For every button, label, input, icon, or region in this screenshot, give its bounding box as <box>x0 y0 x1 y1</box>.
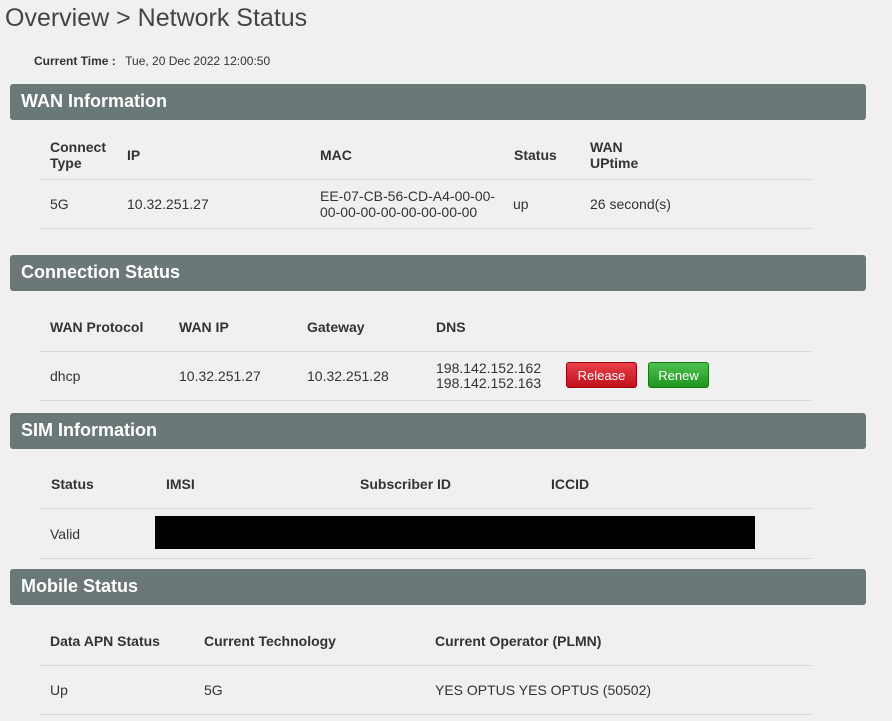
mobile-col-apn-status: Data APN Status <box>50 632 160 649</box>
current-time: Current Time : Tue, 20 Dec 2022 12:00:50 <box>34 54 270 68</box>
renew-button[interactable]: Renew <box>648 362 709 388</box>
current-time-label: Current Time : <box>34 54 116 68</box>
conn-dns-primary: 198.142.152.162 <box>436 360 542 376</box>
connection-header-row: WAN Protocol WAN IP Gateway DNS <box>40 302 811 352</box>
conn-col-gateway: Gateway <box>307 318 365 335</box>
conn-dns-secondary: 198.142.152.163 <box>436 375 542 391</box>
table-row: 5G 10.32.251.27 EE-07-CB-56-CD-A4-00-00-… <box>40 180 811 229</box>
sim-col-subscriber-id: Subscriber ID <box>360 476 452 492</box>
table-row: Valid <box>40 509 811 559</box>
sim-table: Status IMSI Subscriber ID ICCID Valid <box>40 460 811 559</box>
sim-status: Valid <box>50 525 81 542</box>
wan-table: Connect Type IP MAC Status WAN UPtime 5G… <box>40 130 811 229</box>
conn-gateway: 10.32.251.28 <box>307 368 389 384</box>
conn-dns: 198.142.152.162 198.142.152.163 <box>436 352 541 400</box>
wan-status: up <box>513 196 529 212</box>
conn-col-dns: DNS <box>436 318 466 335</box>
sim-section-header: SIM Information <box>10 413 866 449</box>
release-button[interactable]: Release <box>566 362 637 388</box>
wan-section-header: WAN Information <box>10 84 866 120</box>
connection-section-header: Connection Status <box>10 255 866 291</box>
conn-protocol: dhcp <box>50 368 81 384</box>
mobile-operator: YES OPTUS YES OPTUS (50502) <box>435 682 652 698</box>
conn-col-wan-ip: WAN IP <box>179 318 229 335</box>
mobile-section-header: Mobile Status <box>10 569 866 605</box>
conn-col-protocol: WAN Protocol <box>50 318 144 335</box>
mobile-technology: 5G <box>204 682 223 698</box>
sim-col-status: Status <box>51 476 94 492</box>
wan-col-uptime: WAN UPtime <box>590 138 639 171</box>
connection-table: WAN Protocol WAN IP Gateway DNS dhcp 10.… <box>40 302 811 401</box>
wan-col-connect-type: Connect Type <box>50 138 106 171</box>
redaction-block <box>155 516 755 549</box>
mobile-table: Data APN Status Current Technology Curre… <box>40 616 811 715</box>
sim-header-row: Status IMSI Subscriber ID ICCID <box>40 460 811 509</box>
wan-mac: EE-07-CB-56-CD-A4-00-00-00-00-00-00-00-0… <box>320 188 496 220</box>
wan-header-row: Connect Type IP MAC Status WAN UPtime <box>40 130 811 180</box>
wan-col-ip: IP <box>127 146 141 163</box>
mobile-col-technology: Current Technology <box>204 632 336 649</box>
current-time-value: Tue, 20 Dec 2022 12:00:50 <box>125 54 271 68</box>
table-row: dhcp 10.32.251.27 10.32.251.28 198.142.1… <box>40 352 811 401</box>
wan-col-status: Status <box>514 146 557 163</box>
mobile-header-row: Data APN Status Current Technology Curre… <box>40 616 811 666</box>
sim-col-imsi: IMSI <box>166 476 195 492</box>
wan-connect-type: 5G <box>50 196 69 212</box>
wan-uptime: 26 second(s) <box>590 196 671 212</box>
wan-col-mac: MAC <box>320 146 352 163</box>
mobile-apn-status: Up <box>50 682 68 698</box>
conn-wan-ip: 10.32.251.27 <box>179 368 261 384</box>
page-title: Overview > Network Status <box>5 4 308 32</box>
mobile-col-operator: Current Operator (PLMN) <box>435 632 602 649</box>
wan-ip: 10.32.251.27 <box>127 196 209 212</box>
table-row: Up 5G YES OPTUS YES OPTUS (50502) <box>40 666 811 715</box>
sim-col-iccid: ICCID <box>551 476 590 492</box>
